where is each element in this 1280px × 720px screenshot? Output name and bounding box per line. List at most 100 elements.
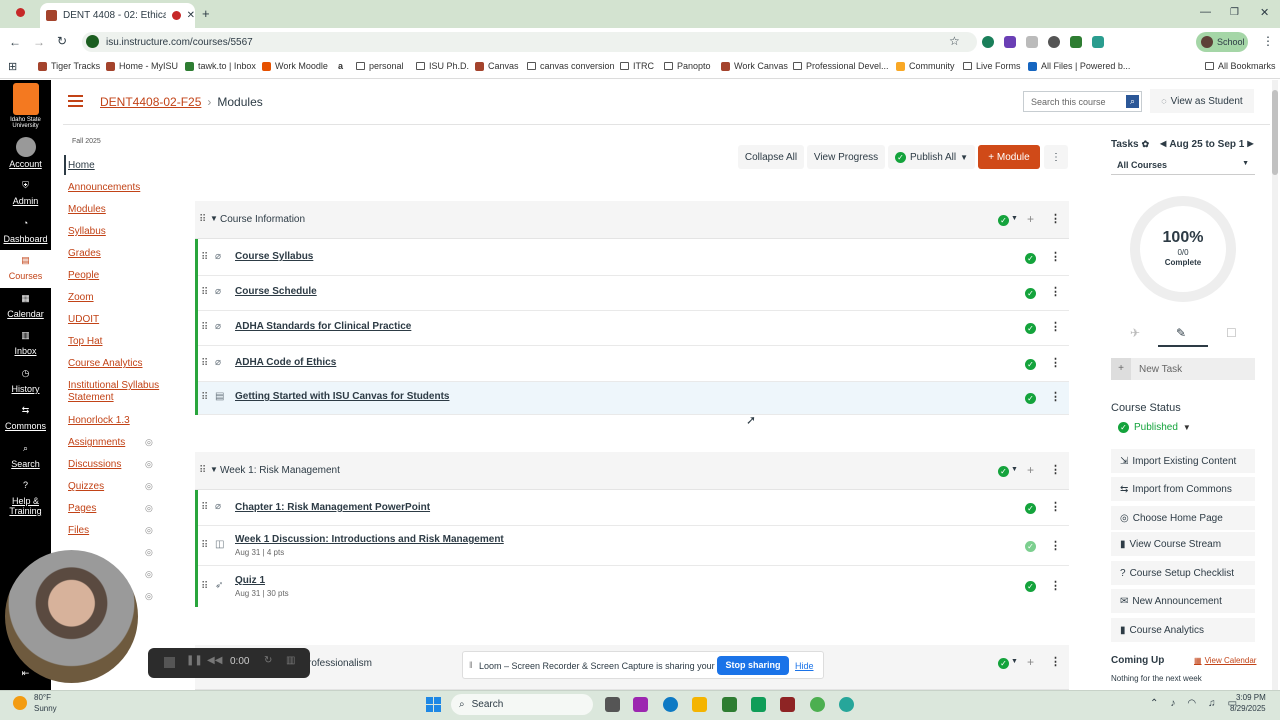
hamburger-icon[interactable] — [68, 95, 83, 107]
store-icon[interactable] — [722, 697, 737, 712]
file-explorer-icon[interactable] — [692, 697, 707, 712]
published-check-icon[interactable]: ✓ — [1025, 541, 1036, 552]
start-icon[interactable] — [426, 697, 441, 712]
course-nav-top-hat[interactable]: Top Hat — [68, 336, 102, 347]
choose-home-page-button[interactable]: ◎ Choose Home Page — [1111, 506, 1255, 530]
course-nav-course-analytics[interactable]: Course Analytics — [68, 358, 142, 369]
collapse-chevron-icon[interactable]: ▼ — [210, 465, 218, 474]
chevron-down-icon[interactable]: ▼ — [1011, 215, 1018, 222]
tray-icons[interactable]: ⌃ ♪ ◠ ♫ ▭ — [1150, 698, 1237, 709]
stop-icon[interactable] — [164, 657, 175, 668]
nav-history[interactable]: ◷ History — [0, 368, 51, 394]
nav-inbox[interactable]: ▥ Inbox — [0, 330, 51, 356]
drag-handle-icon[interactable]: ⠿ — [201, 252, 208, 263]
drag-handle-icon[interactable]: ⠿ — [201, 322, 208, 333]
module-menu-icon[interactable]: ⋮ — [1050, 463, 1061, 476]
page-scrollbar[interactable] — [1272, 80, 1278, 690]
module-item[interactable]: ⠿ ▤ Getting Started with ISU Canvas for St… — [198, 382, 1069, 415]
browser-menu-icon[interactable]: ⋮ — [1262, 34, 1274, 48]
module-item[interactable]: ⠿ ⌀ Course Schedule ✓ ⋮ — [198, 276, 1069, 311]
reload-icon[interactable]: ↻ — [57, 34, 67, 48]
published-check-icon[interactable]: ✓ — [998, 658, 1009, 669]
bookmark-canvas[interactable]: Canvas — [475, 61, 519, 71]
drag-handle-icon[interactable]: ⠿ — [201, 502, 208, 513]
calendar-filter-icon[interactable]: ☐ — [1226, 326, 1237, 340]
item-menu-icon[interactable]: ⋮ — [1050, 356, 1061, 369]
item-title[interactable]: Chapter 1: Risk Management PowerPoint — [235, 502, 430, 513]
window-restore-icon[interactable]: ❐ — [1230, 7, 1239, 18]
course-search-icon[interactable]: ⌕ — [1126, 95, 1139, 108]
publish-all-button[interactable]: ✓ Publish All ▼ — [888, 145, 975, 169]
add-item-icon[interactable]: + — [1027, 463, 1034, 477]
mic-icon[interactable]: ♪ — [1170, 698, 1175, 709]
bookmark-isu-phd[interactable]: ISU Ph.D. — [416, 61, 469, 71]
browser-tab[interactable]: DENT 4408 - 02: Ethical and ✕ — [40, 3, 195, 28]
weather-icon[interactable] — [13, 696, 27, 710]
item-menu-icon[interactable]: ⋮ — [1050, 500, 1061, 513]
course-nav-grades[interactable]: Grades — [68, 248, 101, 259]
prev-week-icon[interactable]: ◀ — [1160, 139, 1166, 150]
back-icon[interactable]: ← — [9, 35, 21, 49]
apps-icon[interactable]: ⊞ — [8, 60, 17, 73]
module-item[interactable]: ⠿ ⌀ ADHA Standards for Clinical Practice ✓ ⋮ — [198, 311, 1069, 346]
published-check-icon[interactable]: ✓ — [1025, 253, 1036, 264]
bookmark-home-myisu[interactable]: Home - MyISU — [106, 61, 178, 71]
item-menu-icon[interactable]: ⋮ — [1050, 539, 1061, 552]
item-menu-icon[interactable]: ⋮ — [1050, 250, 1061, 263]
course-nav-assignments[interactable]: Assignments — [68, 437, 125, 448]
gear-icon[interactable]: ✿ — [1142, 139, 1150, 150]
course-nav-zoom[interactable]: Zoom — [68, 292, 94, 303]
nav-calendar[interactable]: ▦ Calendar — [0, 293, 51, 319]
published-check-icon[interactable]: ✓ — [1025, 503, 1036, 514]
drag-handle-icon[interactable]: ⠿ — [201, 581, 208, 592]
course-nav-syllabus[interactable]: Syllabus — [68, 226, 106, 237]
item-title[interactable]: Getting Started with ISU Canvas for Stud… — [235, 391, 449, 402]
course-nav-people[interactable]: People — [68, 270, 99, 281]
bookmark-tawk[interactable]: tawk.to | Inbox — [185, 61, 256, 71]
nav-dashboard[interactable]: ◔ Dashboard — [0, 218, 51, 244]
item-menu-icon[interactable]: ⋮ — [1050, 320, 1061, 333]
module-menu-icon[interactable]: ⋮ — [1050, 655, 1061, 668]
bookmark-all-bookmarks[interactable]: All Bookmarks — [1205, 61, 1276, 71]
add-item-icon[interactable]: + — [1027, 655, 1034, 669]
course-nav-home[interactable]: Home — [68, 160, 95, 171]
item-title[interactable]: Course Syllabus — [235, 251, 313, 262]
rewind-icon[interactable]: ◀◀ — [207, 655, 222, 666]
isu-logo[interactable]: Idaho State University — [0, 83, 51, 129]
course-search-input[interactable]: Search this course — [1023, 91, 1142, 112]
chrome-icon[interactable] — [810, 697, 825, 712]
published-check-icon[interactable]: ✓ — [1025, 359, 1036, 370]
volume-icon[interactable]: ♫ — [1208, 698, 1216, 709]
bookmark-work-canvas[interactable]: Work Canvas — [721, 61, 788, 71]
module-header[interactable]: ⠿ ▼ Week 1: Risk Management ✓ ▼ + ⋮ — [195, 452, 1069, 490]
new-task-button[interactable]: + New Task — [1111, 358, 1255, 380]
course-nav-announcements[interactable]: Announcements — [68, 182, 140, 193]
item-title[interactable]: ADHA Standards for Clinical Practice — [235, 321, 411, 332]
collapse-chevron-icon[interactable]: ▼ — [210, 214, 218, 223]
item-title[interactable]: Week 1 Discussion: Introductions and Ris… — [235, 534, 504, 545]
chevron-up-icon[interactable]: ⌃ — [1150, 698, 1158, 709]
wifi-icon[interactable]: ◠ — [1187, 698, 1196, 709]
bookmark-professional-devel[interactable]: Professional Devel... — [793, 61, 889, 71]
bookmark-work-moodle[interactable]: Work Moodle — [262, 61, 328, 71]
record-indicator-icon[interactable] — [16, 8, 25, 17]
taskbar-search[interactable]: ⌕ Search — [451, 694, 593, 715]
chevron-down-icon[interactable]: ▼ — [1011, 658, 1018, 665]
add-module-button[interactable]: + Module — [978, 145, 1040, 169]
import-existing-content-button[interactable]: ⇲ Import Existing Content — [1111, 449, 1255, 473]
pause-icon[interactable]: ❚❚ — [186, 655, 203, 666]
module-item[interactable]: ⠿ ⌀ Chapter 1: Risk Management PowerPoint ✓… — [198, 491, 1069, 526]
drag-handle-icon[interactable]: ⠿ — [201, 392, 208, 403]
edge-icon[interactable] — [663, 697, 678, 712]
nav-search[interactable]: ⌕ Search — [0, 443, 51, 469]
published-check-icon[interactable]: ✓ — [1025, 393, 1036, 404]
drag-handle-icon[interactable]: ⠿ — [201, 358, 208, 369]
restart-icon[interactable]: ↻ — [264, 655, 272, 666]
add-item-icon[interactable]: + — [1027, 212, 1034, 226]
course-nav-udoit[interactable]: UDOIT — [68, 314, 99, 325]
bookmark-community[interactable]: Community — [896, 61, 955, 71]
module-item[interactable]: ⠿ ⌀ Course Syllabus ✓ ⋮ — [198, 240, 1069, 276]
bookmark-star-icon[interactable]: ☆ — [949, 34, 960, 48]
published-check-icon[interactable]: ✓ — [998, 215, 1009, 226]
course-nav-pages[interactable]: Pages — [68, 503, 96, 514]
